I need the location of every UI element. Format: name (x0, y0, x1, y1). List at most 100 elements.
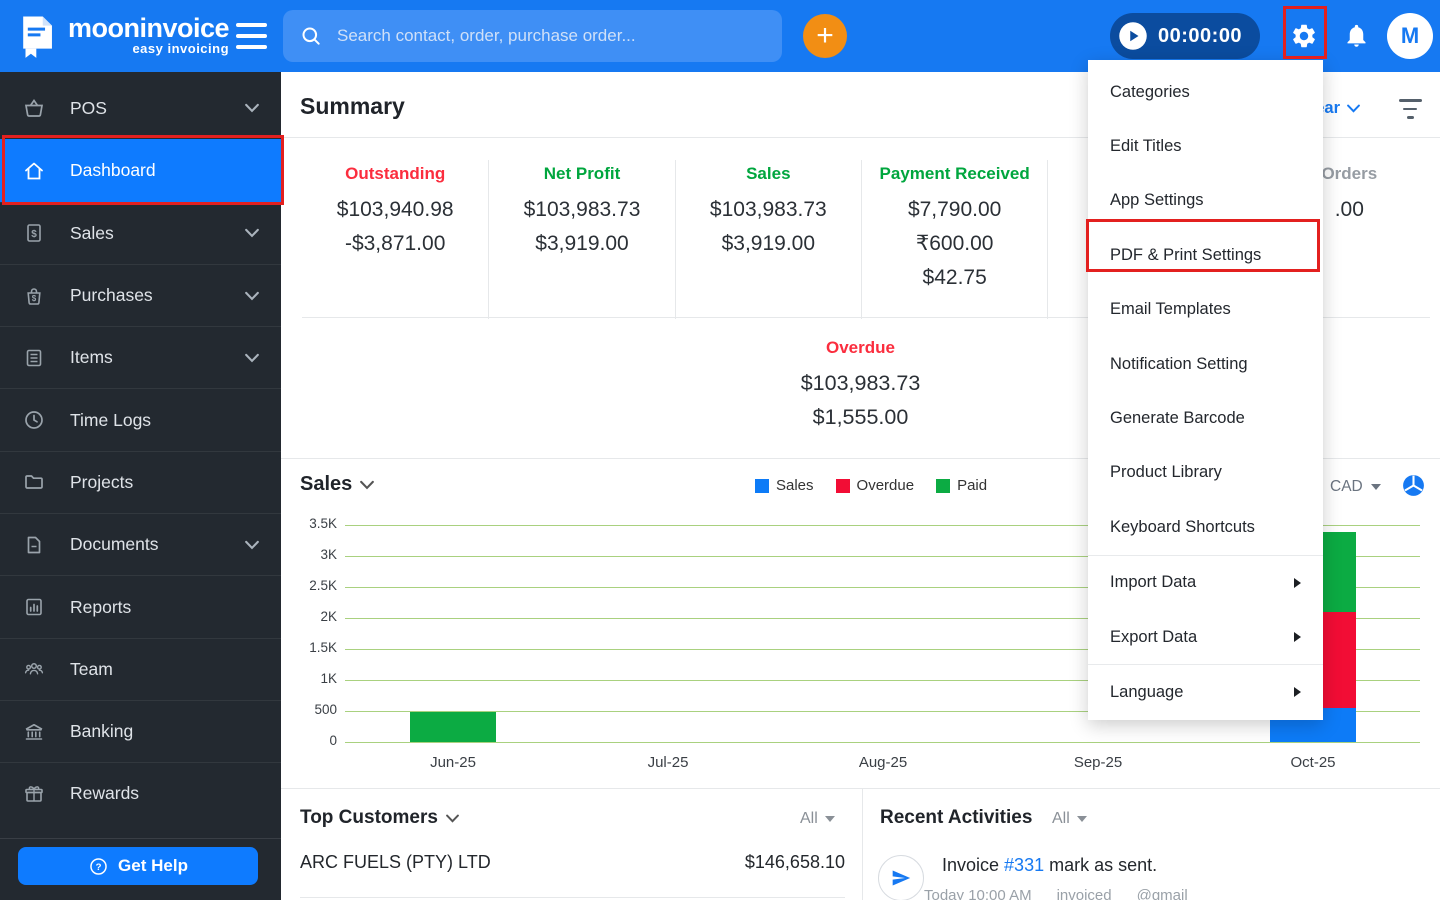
sidebar-item-projects[interactable]: Projects (0, 450, 281, 513)
filter-label: All (800, 810, 818, 827)
stat-value: $3,919.00 (535, 232, 629, 255)
legend-sales[interactable]: Sales (755, 477, 814, 494)
sidebar-item-label: Projects (70, 471, 134, 492)
stat-payment-received: Payment Received $7,790.00 ₹600.00 $42.7… (860, 160, 1047, 319)
gear-icon (1290, 22, 1318, 50)
menu-item-label: Edit Titles (1110, 137, 1182, 156)
stat-label: Outstanding (345, 164, 446, 183)
legend-label: Paid (957, 477, 988, 494)
menu-item-email-templates[interactable]: Email Templates (1088, 283, 1323, 337)
settings-gear-button[interactable] (1290, 22, 1318, 50)
sidebar-item-rewards[interactable]: Rewards (0, 762, 281, 824)
user-avatar[interactable]: M (1387, 13, 1433, 59)
recent-activities-header: Recent Activities (880, 807, 1032, 829)
top-customers-header[interactable]: Top Customers (300, 807, 459, 829)
invoice-dollar-icon (22, 221, 46, 245)
menu-item-edit-titles[interactable]: Edit Titles (1088, 119, 1323, 173)
y-axis-tick-label: 3K (320, 547, 337, 562)
chart-title-selector[interactable]: Sales (300, 473, 374, 496)
global-search (283, 10, 782, 62)
brand-logo[interactable]: mooninvoice easy invoicing (14, 13, 230, 59)
sidebar-item-time-logs[interactable]: Time Logs (0, 388, 281, 450)
sidebar-item-purchases[interactable]: Purchases (0, 263, 281, 326)
sidebar-item-banking[interactable]: Banking (0, 699, 281, 762)
legend-paid[interactable]: Paid (936, 477, 987, 494)
get-help-button[interactable]: Get Help (18, 847, 258, 885)
sidebar-item-reports[interactable]: Reports (0, 575, 281, 637)
menu-item-generate-barcode[interactable]: Generate Barcode (1088, 391, 1323, 445)
list-icon (22, 346, 46, 370)
menu-item-notification-setting[interactable]: Notification Setting (1088, 337, 1323, 391)
brand-name: mooninvoice (68, 13, 230, 43)
menu-item-label: Email Templates (1110, 300, 1231, 319)
customer-row[interactable]: ARC FUELS (PTY) LTD $146,658.10 (300, 852, 845, 898)
sidebar-item-label: Purchases (70, 285, 153, 306)
activity-item[interactable]: Invoice #331 mark as sent. Today 10:00 A… (878, 855, 1188, 900)
top-customers-filter[interactable]: All (800, 810, 835, 828)
sidebar-item-items[interactable]: Items (0, 326, 281, 388)
chevron-down-icon (245, 353, 259, 363)
chevron-down-icon (245, 291, 259, 301)
bar-chart-icon (22, 595, 46, 619)
sidebar-item-dashboard[interactable]: Dashboard (0, 139, 281, 202)
chevron-down-icon (1347, 104, 1360, 113)
legend-overdue[interactable]: Overdue (835, 477, 914, 494)
menu-item-product-library[interactable]: Product Library (1088, 446, 1323, 500)
caret-down-icon (1370, 484, 1381, 490)
activity-text: Invoice #331 mark as sent. (942, 855, 1188, 876)
menu-item-categories[interactable]: Categories (1088, 65, 1323, 119)
mooninvoice-logo-icon (14, 13, 60, 59)
menu-item-label: Categories (1110, 82, 1190, 101)
sidebar-item-pos[interactable]: POS (0, 77, 281, 139)
stat-value: $103,940.98 (336, 198, 454, 221)
bar-stack-jun-25 (410, 712, 496, 742)
menu-item-export-data[interactable]: Export Data (1088, 610, 1323, 664)
stat-label: Net Profit (543, 164, 621, 183)
chart-title-label: Sales (300, 473, 353, 495)
send-icon (891, 868, 911, 888)
chart-card-bottom-divider (281, 788, 1440, 789)
y-axis-tick-label: 2K (320, 609, 337, 624)
y-axis-tick-label: 0 (329, 733, 337, 748)
play-icon[interactable] (1118, 21, 1148, 51)
menu-item-pdf-print-settings[interactable]: PDF & Print Settings (1088, 228, 1323, 282)
menu-item-label: Keyboard Shortcuts (1110, 517, 1255, 536)
y-axis-tick-label: 500 (314, 702, 337, 717)
submenu-arrow-icon (1294, 577, 1301, 588)
document-icon (22, 533, 46, 557)
add-new-button[interactable]: + (803, 14, 847, 58)
filter-icon[interactable] (1397, 99, 1423, 119)
chevron-down-icon (245, 228, 259, 238)
folder-icon (22, 470, 46, 494)
stat-sales: Sales $103,983.73 $3,919.00 (674, 160, 861, 319)
menu-item-keyboard-shortcuts[interactable]: Keyboard Shortcuts (1088, 500, 1323, 554)
activity-text-prefix: Invoice (942, 855, 1005, 875)
sidebar-item-documents[interactable]: Documents (0, 513, 281, 575)
customer-name: ARC FUELS (PTY) LTD (300, 852, 491, 872)
submenu-arrow-icon (1294, 632, 1301, 643)
menu-item-import-data[interactable]: Import Data (1088, 556, 1323, 610)
top-customers-title: Top Customers (300, 807, 438, 828)
currency-selector[interactable]: CAD (1330, 478, 1381, 496)
people-icon (22, 657, 46, 681)
x-axis-tick-label: Aug-25 (858, 754, 908, 771)
menu-item-label: App Settings (1110, 191, 1204, 210)
timer-widget[interactable]: 00:00:00 (1110, 13, 1261, 59)
hamburger-menu-icon[interactable] (236, 23, 267, 49)
sidebar-item-team[interactable]: Team (0, 637, 281, 700)
y-axis-tick-label: 3.5K (309, 516, 337, 531)
chevron-down-icon (245, 103, 259, 113)
pie-chart-toggle-button[interactable] (1401, 473, 1426, 498)
recent-activities-filter[interactable]: All (1052, 810, 1087, 828)
invoice-number-link[interactable]: #331 (1004, 855, 1044, 875)
sidebar-item-label: Reports (70, 596, 132, 617)
sidebar-item-label: POS (70, 97, 107, 118)
menu-item-language[interactable]: Language (1088, 665, 1323, 719)
chevron-down-icon (360, 480, 374, 490)
sidebar-item-label: Dashboard (70, 160, 156, 181)
notifications-button[interactable] (1343, 22, 1370, 49)
bell-icon (1343, 22, 1370, 49)
menu-item-app-settings[interactable]: App Settings (1088, 174, 1323, 228)
sidebar-item-sales[interactable]: Sales (0, 201, 281, 264)
search-input[interactable] (337, 26, 766, 46)
